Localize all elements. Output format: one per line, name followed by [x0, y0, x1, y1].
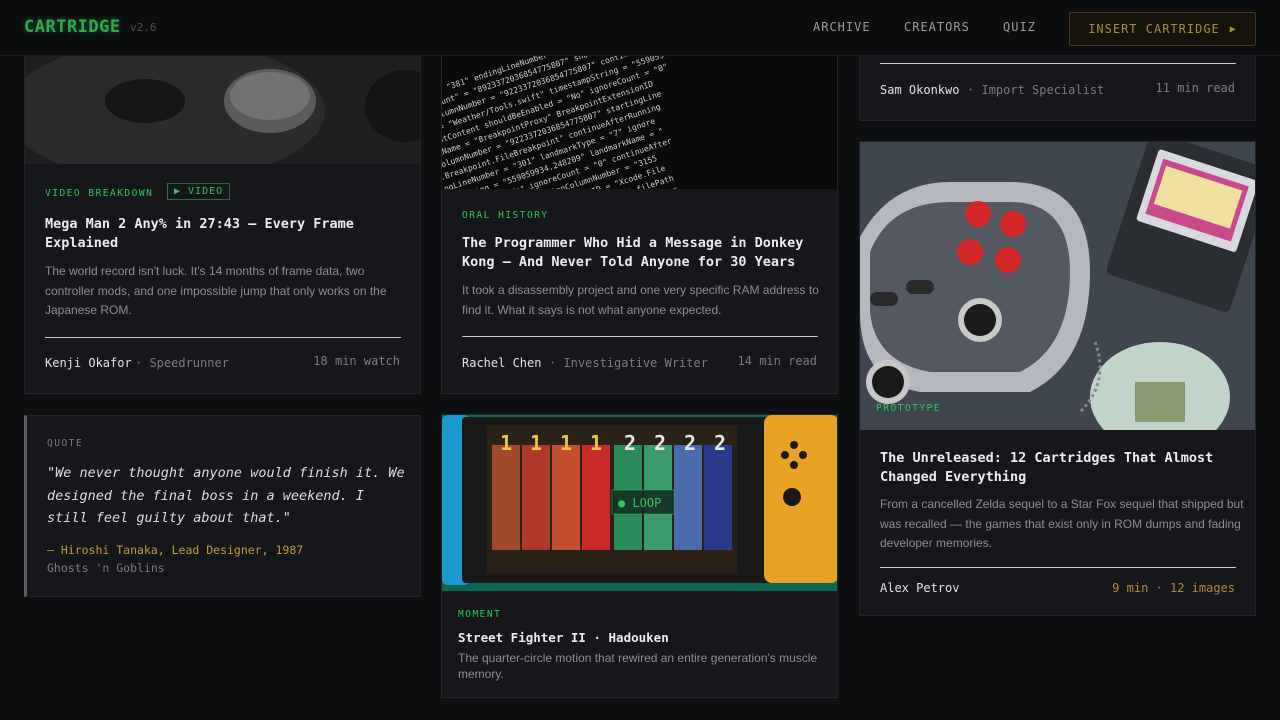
- insert-cartridge-button[interactable]: INSERT CARTRIDGE ▶: [1069, 12, 1256, 46]
- svg-text:2: 2: [624, 431, 636, 455]
- card-divider: [462, 336, 818, 337]
- card-description: The world record isn't luck. It's 14 mon…: [45, 264, 387, 317]
- code-illustration: Breakpoint = "381" endingLineNumber = "2…: [442, 41, 837, 189]
- card-description: From a cancelled Zelda sequel to a Star …: [880, 497, 1244, 550]
- card-read-time: 14 min read: [737, 354, 817, 368]
- card-tag: MOMENT: [458, 609, 502, 620]
- nav-quiz[interactable]: QUIZ: [1003, 20, 1036, 34]
- card-author[interactable]: Kenji Okafor: [45, 356, 132, 370]
- card-title[interactable]: The Unreleased: 12 Cartridges That Almos…: [880, 449, 1245, 487]
- article-card-donkeykong[interactable]: Breakpoint = "381" endingLineNumber = "2…: [441, 40, 838, 394]
- controller-illustration: [25, 41, 420, 164]
- nes-controller-photo: [860, 142, 1255, 430]
- article-card-streetfighter[interactable]: 1111 2222 ● LOOP MOMENT Street Fighter I…: [441, 414, 838, 698]
- card-author[interactable]: Sam Okonkwo: [880, 83, 959, 97]
- card-author-role: · Investigative Writer: [549, 356, 708, 370]
- play-triangle-icon: ▶: [1229, 23, 1237, 35]
- play-icon: ▶: [174, 186, 189, 197]
- quote-tag: QUOTE: [47, 438, 84, 449]
- card-tag: ORAL HISTORY: [462, 210, 549, 221]
- quote-attribution: — Hiroshi Tanaka, Lead Designer, 1987: [47, 543, 304, 557]
- role-text: Speedrunner: [149, 356, 229, 370]
- nav-archive[interactable]: ARCHIVE: [813, 20, 871, 34]
- card-divider: [880, 63, 1236, 64]
- article-card-unreleased[interactable]: PROTOTYPE The Unreleased: 12 Cartridges …: [859, 141, 1256, 616]
- quote-card[interactable]: QUOTE "We never thought anyone would fin…: [24, 415, 421, 597]
- svg-text:1: 1: [500, 431, 512, 455]
- nav-creators[interactable]: CREATORS: [904, 20, 970, 34]
- card-author[interactable]: Alex Petrov: [880, 581, 959, 595]
- card-title[interactable]: Street Fighter II · Hadouken: [458, 628, 669, 647]
- card-title[interactable]: Mega Man 2 Any% in 27:43 — Every Frame E…: [45, 215, 400, 253]
- controller-photo: [25, 41, 420, 164]
- card-author-role: · Speedrunner: [135, 356, 229, 370]
- card-read-time: 18 min watch: [313, 354, 400, 368]
- switch-illustration: 1111 2222 ● LOOP: [442, 415, 837, 591]
- card-tag: PROTOTYPE: [876, 403, 941, 414]
- card-divider: [880, 567, 1236, 568]
- svg-text:2: 2: [654, 431, 666, 455]
- svg-text:1: 1: [590, 431, 602, 455]
- card-read-time: 9 min · 12 images: [1112, 581, 1235, 595]
- svg-text:2: 2: [714, 431, 726, 455]
- card-description: It took a disassembly project and one ve…: [462, 283, 819, 317]
- version-label: v2.6: [130, 21, 157, 34]
- role-text: Investigative Writer: [563, 356, 708, 370]
- site-header: CARTRIDGE v2.6 ARCHIVE CREATORS QUIZ INS…: [0, 0, 1280, 56]
- role-text: Import Specialist: [981, 83, 1105, 97]
- card-title[interactable]: The Programmer Who Hid a Message in Donk…: [462, 234, 827, 272]
- site-logo[interactable]: CARTRIDGE: [24, 17, 121, 37]
- quote-text: "We never thought anyone would finish it…: [47, 465, 405, 526]
- article-card-megaman[interactable]: VIDEO BREAKDOWN ▶ VIDEO Mega Man 2 Any% …: [24, 40, 421, 394]
- video-badge-label: VIDEO: [188, 186, 224, 197]
- card-description: The quarter-circle motion that rewired a…: [458, 651, 818, 681]
- quote-game: Ghosts 'n Goblins: [47, 561, 165, 575]
- card-author[interactable]: Rachel Chen: [462, 356, 541, 370]
- card-divider: [45, 337, 401, 338]
- card-author-role: · Import Specialist: [967, 83, 1105, 97]
- card-read-time: 11 min read: [1155, 81, 1235, 95]
- card-tag: VIDEO BREAKDOWN: [45, 188, 154, 199]
- svg-text:2: 2: [684, 431, 696, 455]
- loop-label: ● LOOP: [618, 496, 661, 510]
- nes-controller-illustration: [860, 142, 1255, 430]
- code-photo: Breakpoint = "381" endingLineNumber = "2…: [442, 41, 837, 189]
- svg-text:1: 1: [560, 431, 572, 455]
- insert-cartridge-label: INSERT CARTRIDGE: [1088, 22, 1220, 36]
- video-badge: ▶ VIDEO: [167, 183, 231, 200]
- switch-photo: 1111 2222 ● LOOP: [442, 415, 837, 591]
- svg-text:1: 1: [530, 431, 542, 455]
